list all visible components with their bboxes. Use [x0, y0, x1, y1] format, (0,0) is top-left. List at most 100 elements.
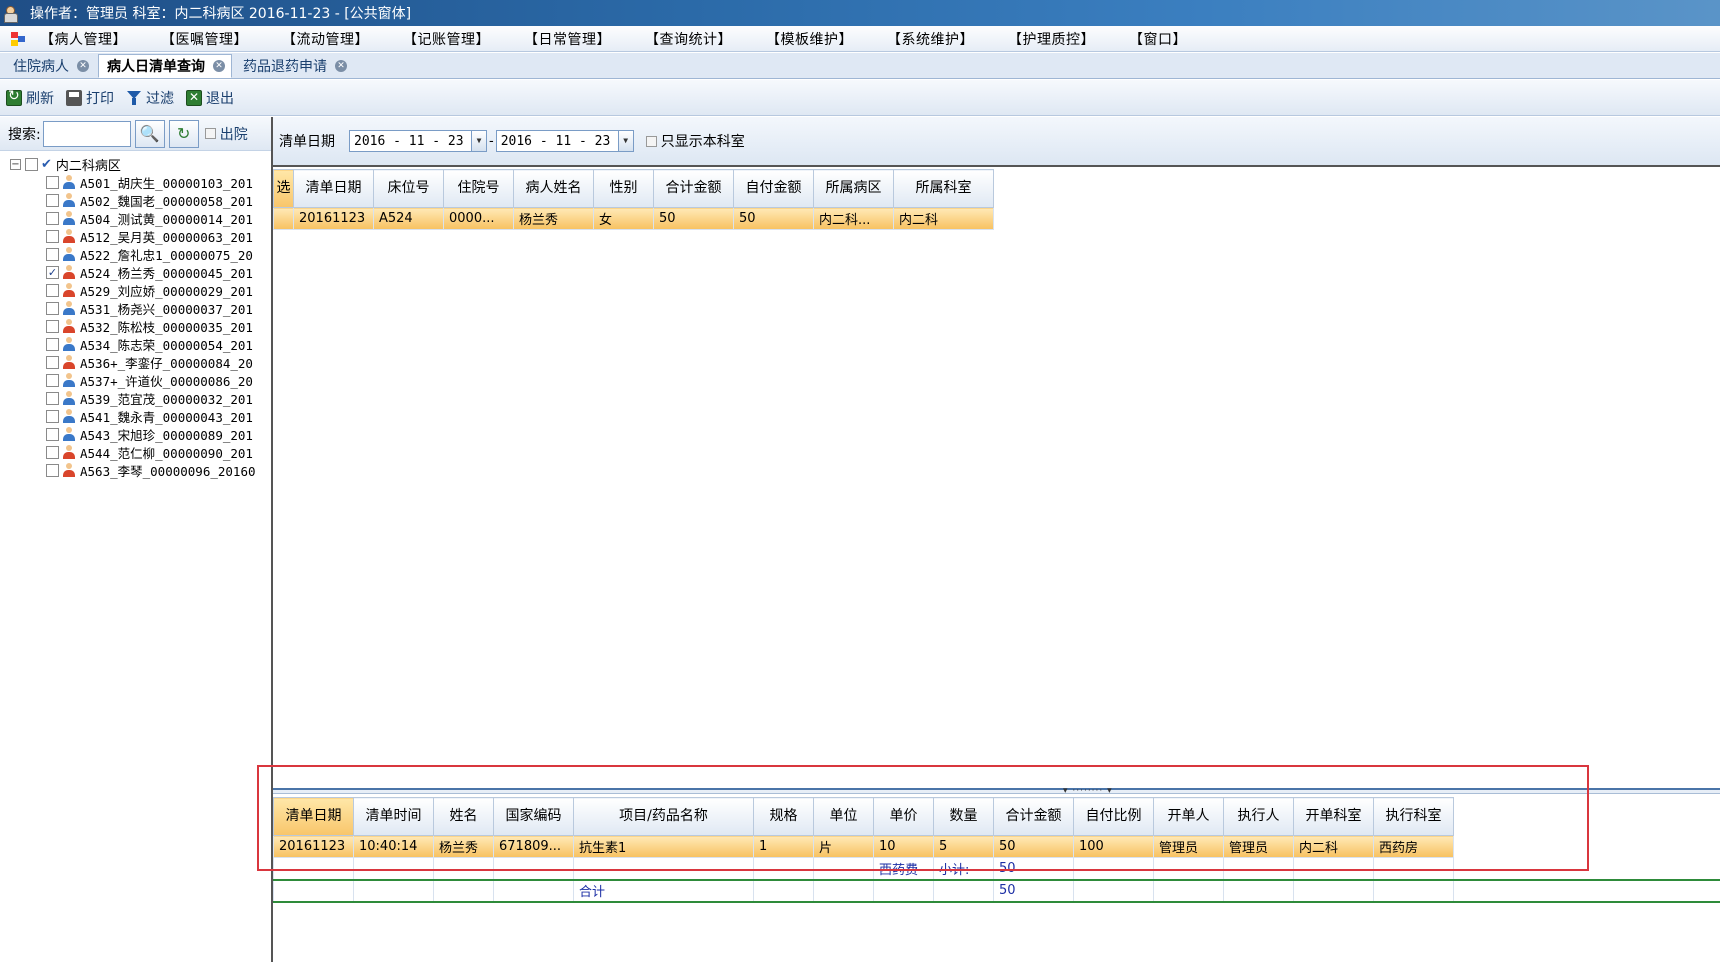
tree-patient-node[interactable]: A501_胡庆生_00000103_201: [0, 173, 271, 191]
filter-button[interactable]: 过滤: [126, 88, 174, 108]
tree-patient-node[interactable]: A537+_许道伙_00000086_20: [0, 371, 271, 389]
tree-patient-node[interactable]: A563_李琴_00000096_20160: [0, 461, 271, 479]
close-icon[interactable]: ✕: [213, 60, 225, 72]
column-header[interactable]: 单价: [873, 797, 934, 836]
search-button[interactable]: 🔍: [134, 119, 165, 148]
column-header[interactable]: 清单日期: [273, 797, 354, 836]
menu-template-maintenance[interactable]: 【模板维护】: [766, 29, 853, 49]
menu-query-statistics[interactable]: 【查询统计】: [645, 29, 732, 49]
patient-checkbox[interactable]: [46, 193, 59, 207]
menu-flow-management[interactable]: 【流动管理】: [282, 29, 369, 49]
menu-nursing-quality[interactable]: 【护理质控】: [1008, 29, 1095, 49]
column-header[interactable]: 自付金额: [733, 169, 814, 208]
tree-patient-node[interactable]: A541_魏永青_00000043_201: [0, 407, 271, 425]
patient-checkbox[interactable]: [46, 463, 59, 477]
tree-root-ward[interactable]: − ✔ 内二科病区: [0, 155, 271, 174]
menu-order-management[interactable]: 【医嘱管理】: [161, 29, 248, 49]
column-header[interactable]: 清单日期: [293, 169, 374, 208]
tree-patient-node[interactable]: A534_陈志荣_00000054_201: [0, 335, 271, 353]
tree-patient-node[interactable]: A502_魏国老_00000058_201: [0, 191, 271, 209]
date-to-picker[interactable]: 2016 - 11 - 23 ▼: [495, 130, 634, 152]
menu-window[interactable]: 【窗口】: [1129, 29, 1187, 49]
column-header[interactable]: 自付比例: [1073, 797, 1154, 836]
column-header[interactable]: 开单科室: [1293, 797, 1374, 836]
patient-checkbox[interactable]: ✓: [46, 265, 59, 279]
refresh-tree-button[interactable]: ↻: [168, 119, 199, 148]
table-row[interactable]: 20161123 A524 0000... 杨兰秀女 50 50 内二科... 内二科: [273, 207, 994, 230]
column-header[interactable]: 病人姓名: [513, 169, 594, 208]
menu-billing-management[interactable]: 【记账管理】: [403, 29, 490, 49]
patient-checkbox[interactable]: [46, 445, 59, 459]
column-header[interactable]: 国家编码: [493, 797, 574, 836]
column-header[interactable]: 床位号: [373, 169, 444, 208]
column-header[interactable]: 数量: [933, 797, 994, 836]
column-header[interactable]: 姓名: [433, 797, 494, 836]
mdi-window-icon[interactable]: [10, 31, 26, 47]
column-header[interactable]: 开单人: [1153, 797, 1224, 836]
menu-patient-management[interactable]: 【病人管理】: [40, 29, 127, 49]
column-header[interactable]: 清单时间: [353, 797, 434, 836]
discharged-checkbox[interactable]: [204, 128, 216, 139]
column-header[interactable]: 合计金额: [993, 797, 1074, 836]
patient-checkbox[interactable]: [46, 391, 59, 405]
column-header[interactable]: 性别: [593, 169, 654, 208]
column-header[interactable]: 执行科室: [1373, 797, 1454, 836]
column-header[interactable]: 所属病区: [813, 169, 894, 208]
column-header[interactable]: 执行人: [1223, 797, 1294, 836]
root-checkbox[interactable]: [25, 157, 38, 171]
patient-checkbox[interactable]: [46, 355, 59, 369]
patient-checkbox[interactable]: [46, 283, 59, 297]
date-from-picker[interactable]: 2016 - 11 - 23 ▼: [349, 130, 487, 152]
search-input[interactable]: [42, 120, 131, 147]
patient-checkbox[interactable]: [46, 301, 59, 315]
dropdown-arrow-icon[interactable]: ▼: [617, 131, 633, 151]
pane-splitter[interactable]: ▾ ········ ▾: [273, 786, 1720, 796]
tree-patient-node[interactable]: A504_测试黄_00000014_201: [0, 209, 271, 227]
tree-patient-node[interactable]: A536+_李銮仔_00000084_20: [0, 353, 271, 371]
tree-patient-node[interactable]: A543_宋旭珍_00000089_201: [0, 425, 271, 443]
refresh-button[interactable]: 刷新: [6, 88, 54, 108]
tree-patient-node[interactable]: A531_杨尧兴_00000037_201: [0, 299, 271, 317]
patient-checkbox[interactable]: [46, 319, 59, 333]
dropdown-arrow-icon[interactable]: ▼: [471, 131, 486, 151]
only-dept-toggle[interactable]: 只显示本科室: [640, 131, 745, 151]
tree-patient-node[interactable]: A532_陈松枝_00000035_201: [0, 317, 271, 335]
tab-daily-bill-query[interactable]: 病人日清单查询 ✕: [98, 54, 232, 78]
menu-daily-management[interactable]: 【日常管理】: [524, 29, 611, 49]
patient-checkbox[interactable]: [46, 409, 59, 423]
tab-drug-return-request[interactable]: 药品退药申请 ✕: [234, 54, 354, 78]
patient-checkbox[interactable]: [46, 337, 59, 351]
patient-checkbox[interactable]: [46, 373, 59, 387]
close-icon[interactable]: ✕: [335, 60, 347, 72]
patient-checkbox[interactable]: [46, 247, 59, 261]
splitter-grip-icon[interactable]: ▾ ········ ▾: [1063, 786, 1113, 796]
column-header[interactable]: 单位: [813, 797, 874, 836]
patient-checkbox[interactable]: [46, 229, 59, 243]
patient-checkbox[interactable]: [46, 175, 59, 189]
collapse-icon[interactable]: −: [10, 158, 21, 170]
menu-system-maintenance[interactable]: 【系统维护】: [887, 29, 974, 49]
tree-patient-node[interactable]: A522_詹礼忠1_00000075_20: [0, 245, 271, 263]
patient-checkbox[interactable]: [46, 427, 59, 441]
total-row[interactable]: 合计 50: [273, 879, 1454, 903]
tree-patient-node[interactable]: A539_范宜茂_00000032_201: [0, 389, 271, 407]
column-header[interactable]: 规格: [753, 797, 814, 836]
column-header[interactable]: 选: [273, 169, 294, 208]
total-divider-line: [1453, 901, 1720, 903]
column-header[interactable]: 所属科室: [893, 169, 994, 208]
print-button[interactable]: 打印: [66, 88, 114, 108]
column-header[interactable]: 住院号: [443, 169, 514, 208]
only-dept-checkbox[interactable]: [645, 135, 657, 147]
close-icon[interactable]: ✕: [77, 60, 89, 72]
column-header[interactable]: 项目/药品名称: [573, 797, 754, 836]
tree-patient-node[interactable]: A512_吴月英_00000063_201: [0, 227, 271, 245]
patient-checkbox[interactable]: [46, 211, 59, 225]
tree-patient-node[interactable]: A529_刘应娇_00000029_201: [0, 281, 271, 299]
subtotal-row[interactable]: 西药费 小计: 50: [273, 857, 1454, 881]
table-row[interactable]: 20161123 10:40:14 杨兰秀 671809... 抗生素1 1 片 10 5 50 1…: [273, 835, 1454, 858]
column-header[interactable]: 合计金额: [653, 169, 734, 208]
exit-button[interactable]: 退出: [186, 88, 234, 108]
tree-patient-node[interactable]: A544_范仁柳_00000090_201: [0, 443, 271, 461]
tree-patient-node[interactable]: ✓ A524_杨兰秀_00000045_201: [0, 263, 271, 281]
tab-inpatients[interactable]: 住院病人 ✕: [4, 54, 96, 78]
